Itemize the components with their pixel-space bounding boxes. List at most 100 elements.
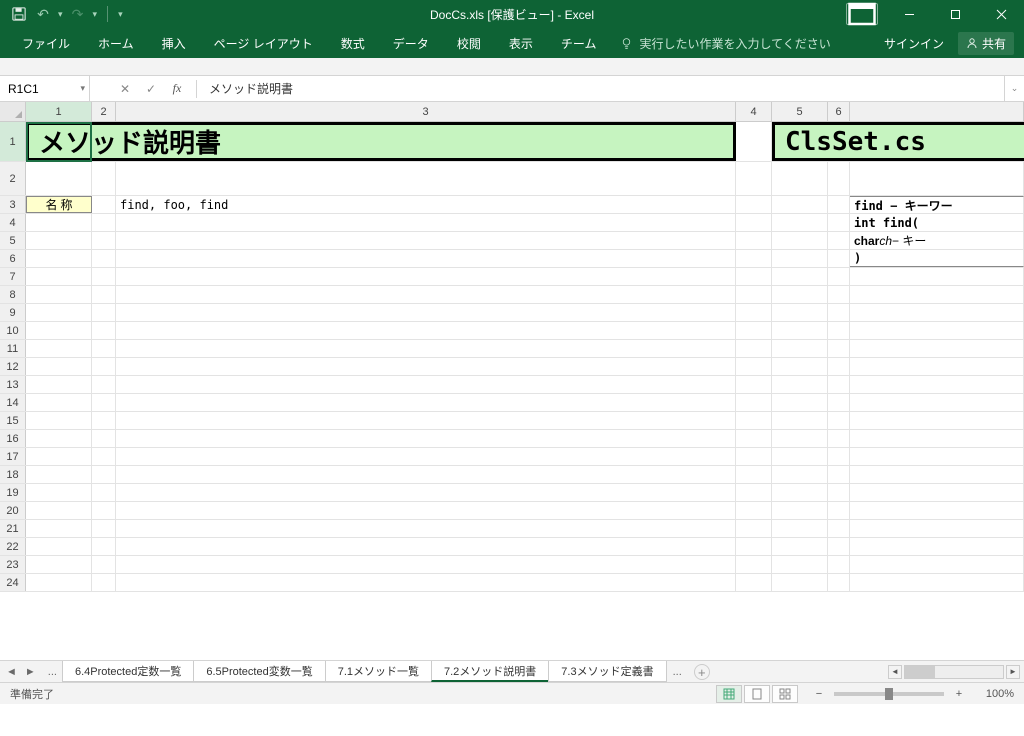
cell[interactable] — [116, 556, 736, 573]
cell[interactable] — [92, 412, 116, 429]
tab-view[interactable]: 表示 — [495, 28, 547, 58]
cell[interactable] — [828, 250, 850, 267]
signin-link[interactable]: サインイン — [884, 35, 944, 52]
insert-function-icon[interactable]: fx — [166, 79, 188, 99]
cell[interactable] — [736, 538, 772, 555]
cell[interactable] — [828, 448, 850, 465]
row-header[interactable]: 16 — [0, 430, 26, 447]
row-header[interactable]: 24 — [0, 574, 26, 591]
cell[interactable] — [736, 484, 772, 501]
cell[interactable] — [772, 196, 828, 213]
row-header[interactable]: 17 — [0, 448, 26, 465]
hscroll-right-icon[interactable]: ► — [1006, 665, 1020, 679]
row-header[interactable]: 3 — [0, 196, 26, 213]
row-header[interactable]: 2 — [0, 162, 26, 195]
cell[interactable] — [92, 466, 116, 483]
tab-data[interactable]: データ — [379, 28, 443, 58]
sheet-nav-next-icon[interactable]: ► — [25, 666, 36, 678]
cell[interactable] — [772, 214, 828, 231]
column-header-rest[interactable] — [850, 102, 1024, 121]
cell[interactable] — [850, 268, 1024, 285]
redo-caret-icon[interactable]: ▾ — [93, 9, 98, 20]
view-normal-icon[interactable] — [716, 685, 742, 703]
cell[interactable] — [736, 466, 772, 483]
cell[interactable] — [26, 394, 92, 411]
cell[interactable] — [116, 358, 736, 375]
cell[interactable] — [828, 322, 850, 339]
cell[interactable] — [92, 250, 116, 267]
cell[interactable] — [828, 286, 850, 303]
cell[interactable]: find, foo, find — [116, 196, 736, 213]
cell[interactable] — [26, 304, 92, 321]
cell[interactable] — [26, 502, 92, 519]
cell[interactable] — [850, 448, 1024, 465]
cell[interactable] — [850, 412, 1024, 429]
row-header[interactable]: 22 — [0, 538, 26, 555]
cell[interactable] — [828, 430, 850, 447]
minimize-button[interactable] — [886, 0, 932, 28]
cell[interactable] — [92, 502, 116, 519]
row-header[interactable]: 19 — [0, 484, 26, 501]
cell[interactable] — [772, 574, 828, 591]
row-header[interactable]: 10 — [0, 322, 26, 339]
cell[interactable] — [116, 430, 736, 447]
cell[interactable] — [26, 538, 92, 555]
cell[interactable] — [92, 430, 116, 447]
cell[interactable]: find − キーワー — [850, 196, 1024, 213]
cell[interactable] — [828, 574, 850, 591]
zoom-out-button[interactable]: − — [812, 688, 826, 700]
cell[interactable] — [772, 556, 828, 573]
cell[interactable] — [850, 162, 1024, 195]
cell[interactable] — [92, 394, 116, 411]
row-header[interactable]: 5 — [0, 232, 26, 249]
cell[interactable] — [736, 376, 772, 393]
tab-home[interactable]: ホーム — [84, 28, 148, 58]
cell[interactable] — [26, 340, 92, 357]
cell[interactable] — [116, 394, 736, 411]
sheet-tab-ellipsis-right[interactable]: ... — [667, 661, 688, 682]
cell[interactable] — [26, 448, 92, 465]
cell[interactable] — [772, 232, 828, 249]
cell[interactable] — [116, 538, 736, 555]
cell[interactable] — [772, 376, 828, 393]
cell[interactable] — [26, 358, 92, 375]
cell[interactable] — [116, 520, 736, 537]
cell[interactable] — [772, 538, 828, 555]
cell[interactable] — [850, 358, 1024, 375]
cell[interactable] — [736, 430, 772, 447]
cell[interactable] — [772, 358, 828, 375]
cell[interactable] — [26, 286, 92, 303]
cell[interactable] — [116, 502, 736, 519]
cell[interactable] — [736, 502, 772, 519]
zoom-in-button[interactable]: + — [952, 688, 966, 700]
cell[interactable] — [116, 412, 736, 429]
column-header[interactable]: 1 — [26, 102, 92, 121]
cell[interactable] — [116, 232, 736, 249]
cell[interactable] — [850, 376, 1024, 393]
cell[interactable] — [116, 162, 736, 195]
cell[interactable] — [772, 502, 828, 519]
save-icon[interactable] — [10, 5, 28, 23]
ribbon-display-options-icon[interactable] — [846, 3, 878, 25]
cell[interactable] — [772, 448, 828, 465]
cell[interactable] — [828, 412, 850, 429]
cell[interactable] — [772, 268, 828, 285]
cell[interactable] — [772, 466, 828, 483]
cell[interactable] — [736, 340, 772, 357]
tab-page-layout[interactable]: ページ レイアウト — [200, 28, 327, 58]
column-header[interactable]: 5 — [772, 102, 828, 121]
row-header[interactable]: 14 — [0, 394, 26, 411]
cell[interactable] — [92, 376, 116, 393]
tab-formulas[interactable]: 数式 — [327, 28, 379, 58]
row-header[interactable]: 11 — [0, 340, 26, 357]
cell[interactable] — [736, 394, 772, 411]
tab-insert[interactable]: 挿入 — [148, 28, 200, 58]
cell[interactable] — [772, 250, 828, 267]
cell[interactable] — [736, 232, 772, 249]
redo-icon[interactable]: ↷ — [69, 5, 87, 23]
sheet-nav-prev-icon[interactable]: ◄ — [6, 666, 17, 678]
cell[interactable] — [828, 484, 850, 501]
cell[interactable] — [772, 520, 828, 537]
cell[interactable] — [828, 466, 850, 483]
sheet-tab[interactable]: 7.3メソッド定義書 — [548, 661, 666, 682]
